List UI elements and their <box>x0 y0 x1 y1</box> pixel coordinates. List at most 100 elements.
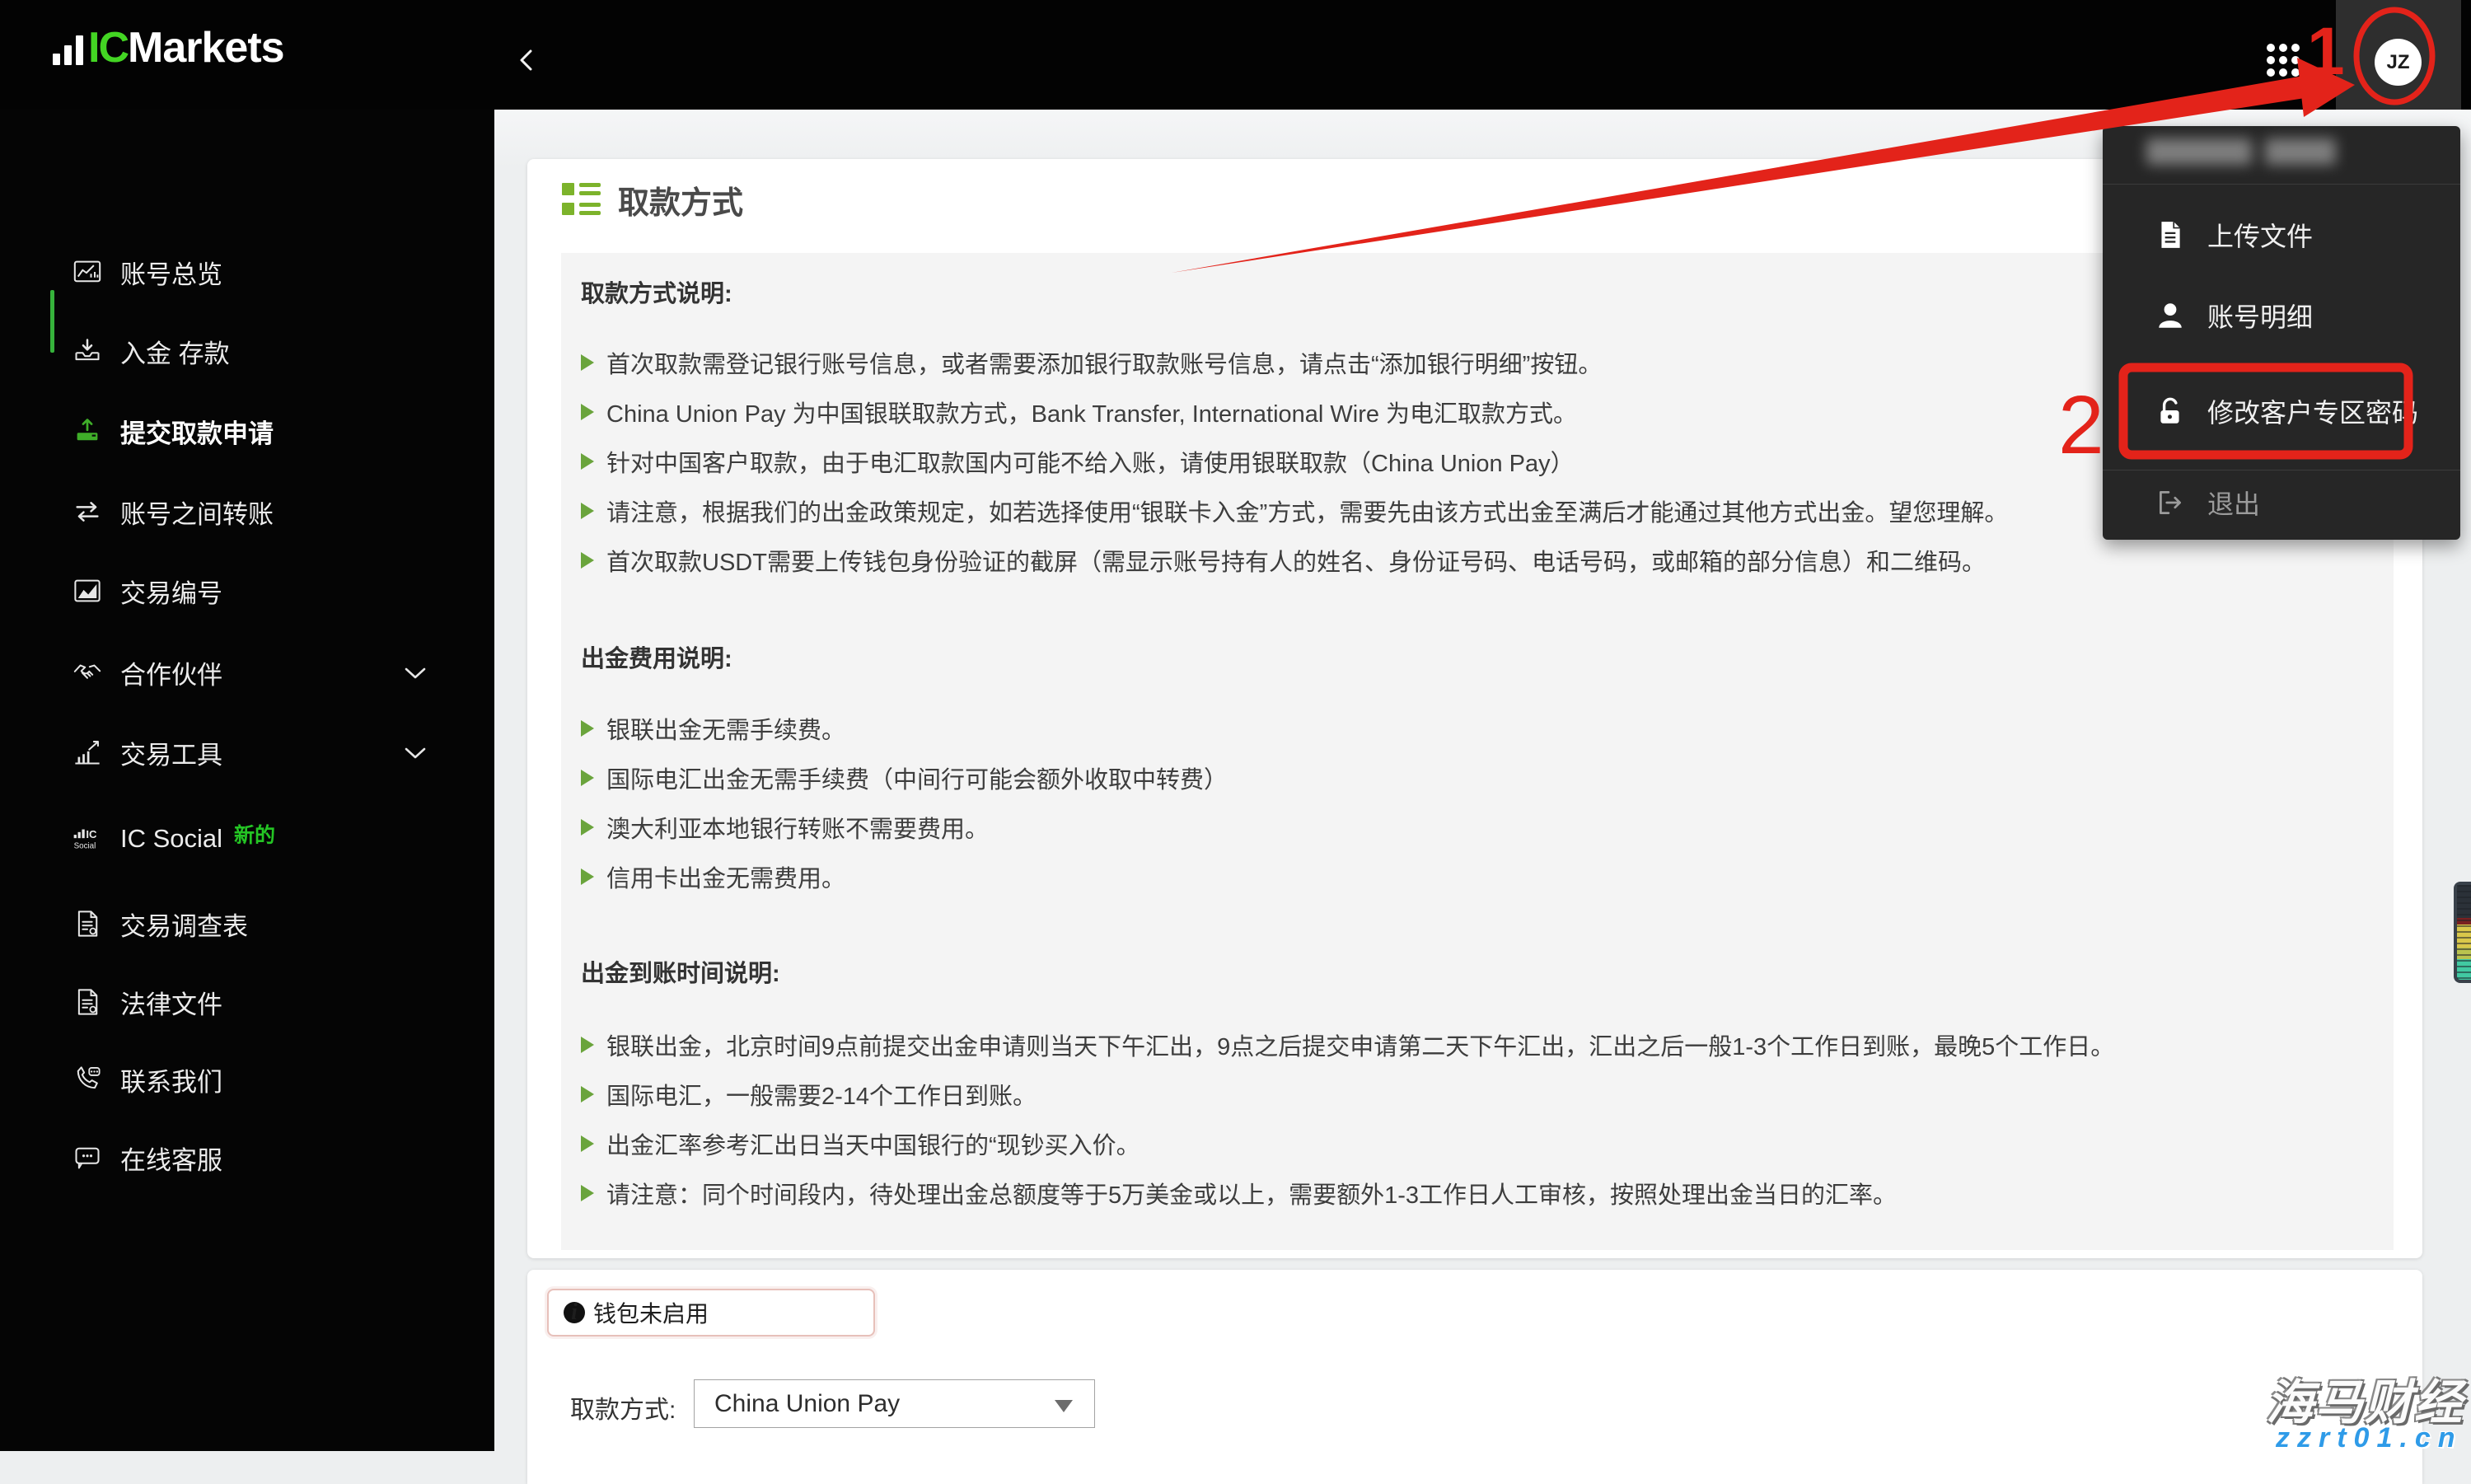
sidebar: 账号总览 入金 存款 提交取款申请 账号之间转账 交易编号 <box>0 110 494 1451</box>
avatar-initials: JZ <box>2386 51 2409 74</box>
bullet-arrow-icon <box>581 552 594 569</box>
card-title-row: 取款方式 <box>562 177 743 222</box>
sidebar-item-partners[interactable]: 合作伙伴 <box>0 648 494 697</box>
bullet-arrow-icon <box>581 404 594 420</box>
sidebar-item-trade-number[interactable]: 交易编号 <box>0 566 494 616</box>
bullet-arrow-icon <box>581 354 594 371</box>
sidebar-item-label: IC Social <box>120 824 222 854</box>
user-dropdown-menu: 上传文件 账号明细 修改客户专区密码 退出 <box>2103 126 2460 540</box>
sidebar-item-label: 提交取款申请 <box>120 413 274 450</box>
sidebar-item-label: 账号之间转账 <box>120 494 274 531</box>
bullet-arrow-icon <box>581 720 594 737</box>
sidebar-item-account-overview[interactable]: 账号总览 <box>0 247 494 297</box>
menu-item-logout[interactable]: 退出 <box>2103 478 2460 527</box>
new-badge: 新的 <box>234 819 275 849</box>
sidebar-item-transfer-between-accounts[interactable]: 账号之间转账 <box>0 487 494 536</box>
menu-item-label: 账号明细 <box>2207 297 2313 335</box>
bullet-item: 请注意，根据我们的出金政策规定，如若选择使用“银联卡入金”方式，需要先由该方式出… <box>581 486 2361 536</box>
chat-bubble-icon <box>73 1143 102 1173</box>
bullet-item: 银联出金无需手续费。 <box>581 704 2361 753</box>
menu-item-upload-documents[interactable]: 上传文件 <box>2103 210 2460 260</box>
sidebar-item-deposit[interactable]: 入金 存款 <box>0 326 494 376</box>
survey-document-icon <box>73 909 102 939</box>
sidebar-item-label: 联系我们 <box>120 1061 222 1098</box>
sidebar-item-trading-tools[interactable]: 交易工具 <box>0 728 494 777</box>
top-header: IC Markets JZ <box>0 0 2471 110</box>
user-name-blurred <box>2146 138 2336 165</box>
withdrawal-form-card: i 钱包未启用 取款方式: China Union Pay <box>527 1270 2422 1484</box>
sidebar-item-label: 账号总览 <box>120 254 222 291</box>
bullet-arrow-icon <box>581 819 594 836</box>
ic-markets-logo[interactable]: IC Markets <box>53 23 284 73</box>
bullet-arrow-icon <box>581 770 594 786</box>
menu-divider <box>2103 184 2460 185</box>
sidebar-item-label: 在线客服 <box>120 1140 222 1177</box>
wallet-notice-text: 钱包未启用 <box>593 1296 709 1329</box>
info-icon: i <box>564 1302 585 1323</box>
avatar[interactable]: JZ <box>2375 39 2422 86</box>
transfer-arrows-icon <box>73 497 102 527</box>
sidebar-item-legal-documents[interactable]: 法律文件 <box>0 977 494 1027</box>
bullet-item: 针对中国客户取款，由于电汇取款国内可能不给入账，请使用银联取款（China Un… <box>581 437 2361 486</box>
section-heading: 出金到账时间说明: <box>581 949 2361 999</box>
page-title: 取款方式 <box>618 177 743 222</box>
bullet-item: 信用卡出金无需费用。 <box>581 852 2361 901</box>
sidebar-item-label: 交易调查表 <box>120 906 248 943</box>
document-icon <box>2155 219 2186 250</box>
apps-grid-icon[interactable] <box>2261 38 2305 82</box>
logo-bars-icon <box>53 35 83 73</box>
sidebar-item-label: 法律文件 <box>120 984 222 1021</box>
bullet-item: 首次取款USDT需要上传钱包身份验证的截屏（需显示账号持有人的姓名、身份证号码、… <box>581 536 2361 585</box>
chevron-down-icon <box>403 666 428 681</box>
bullet-item: 请注意：同个时间段内，待处理出金总额度等于5万美金或以上，需要额外1-3工作日人… <box>581 1168 2361 1218</box>
sidebar-item-label: 合作伙伴 <box>120 654 222 691</box>
selected-method-value: China Union Pay <box>714 1390 900 1418</box>
caret-down-icon <box>1055 1400 1073 1412</box>
bullet-item: 澳大利亚本地银行转账不需要费用。 <box>581 803 2361 852</box>
svg-text:Social: Social <box>74 841 96 850</box>
withdrawal-method-select[interactable]: China Union Pay <box>694 1379 1095 1428</box>
wallet-disabled-notice: i 钱包未启用 <box>547 1289 875 1337</box>
withdrawal-method-label: 取款方式: <box>570 1389 676 1425</box>
sidebar-item-contact-us[interactable]: 联系我们 <box>0 1055 494 1104</box>
section-heading: 出金费用说明: <box>581 634 2361 684</box>
svg-text:IC: IC <box>86 828 97 840</box>
tools-chart-icon <box>73 737 102 767</box>
lock-open-icon <box>2155 396 2186 427</box>
bullet-arrow-icon <box>581 1135 594 1152</box>
phone-contact-icon <box>73 1065 102 1094</box>
bullet-item: 银联出金，北京时间9点前提交出金申请则当天下午汇出，9点之后提交申请第二天下午汇… <box>581 1020 2361 1070</box>
sidebar-item-trading-survey[interactable]: 交易调查表 <box>0 899 494 948</box>
chart-overview-icon <box>73 257 102 287</box>
sidebar-item-label: 入金 存款 <box>120 333 230 370</box>
bullet-arrow-icon <box>581 1086 594 1102</box>
logout-icon <box>2155 487 2186 518</box>
bullet-arrow-icon <box>581 868 594 885</box>
logo-ic-text: IC <box>88 23 128 73</box>
bullet-item: 国际电汇，一般需要2-14个工作日到账。 <box>581 1070 2361 1119</box>
menu-item-account-details[interactable]: 账号明细 <box>2103 291 2460 340</box>
sidebar-collapse-chevron-icon[interactable] <box>512 45 542 75</box>
sidebar-item-live-chat[interactable]: 在线客服 <box>0 1133 494 1182</box>
handshake-icon <box>73 658 102 687</box>
menu-item-label: 上传文件 <box>2207 216 2313 254</box>
watermark-url: zzrt01.cn <box>2276 1422 2463 1454</box>
area-chart-icon <box>73 576 102 606</box>
chevron-down-icon <box>403 746 428 761</box>
deposit-download-icon <box>73 336 102 366</box>
menu-item-change-client-area-password[interactable]: 修改客户专区密码 <box>2103 386 2460 436</box>
section-heading: 取款方式说明: <box>581 269 2361 319</box>
sidebar-item-submit-withdrawal[interactable]: 提交取款申请 <box>0 406 494 456</box>
sidebar-item-ic-social[interactable]: IC Social IC Social 新的 <box>0 814 494 864</box>
menu-item-label: 修改客户专区密码 <box>2207 392 2418 430</box>
withdrawal-upload-icon <box>73 416 102 446</box>
sidebar-item-label: 交易工具 <box>120 734 222 771</box>
bullet-arrow-icon <box>581 503 594 519</box>
bullet-item: China Union Pay 为中国银联取款方式，Bank Transfer,… <box>581 387 2361 437</box>
legal-document-icon <box>73 987 102 1017</box>
scroll-indicator-widget[interactable] <box>2454 882 2471 983</box>
bullet-item: 出金汇率参考汇出日当天中国银行的“现钞买入价。 <box>581 1119 2361 1168</box>
user-avatar-button[interactable]: JZ <box>2336 0 2461 110</box>
bullet-arrow-icon <box>581 1037 594 1053</box>
list-menu-icon <box>562 181 601 219</box>
